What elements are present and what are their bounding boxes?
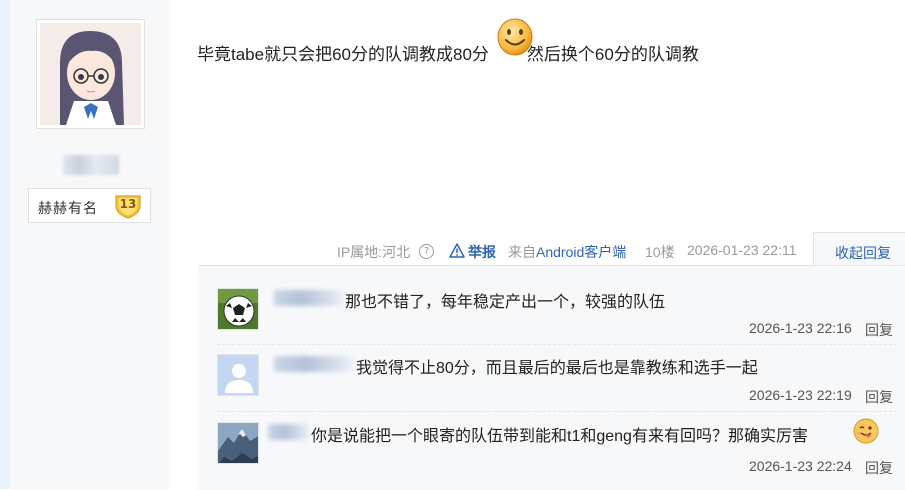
level-badge-box[interactable]: 赫赫有名 13 [28,188,151,223]
level-number: 13 [119,197,137,211]
post-content: 毕竟tabe就只会把60分的队调教成80分 然后换个60分的队调教 [197,40,699,65]
client-link[interactable]: Android客户端 [536,244,626,260]
reply-avatar[interactable] [217,354,259,396]
help-icon[interactable]: ? [419,244,434,259]
reply-avatar[interactable] [217,288,259,330]
reply-text: 我觉得不止80分，而且最后的最后也是靠教练和选手一起 [356,360,758,377]
soccer-ball-icon [218,289,258,329]
floor-number: 10楼 [645,244,675,260]
reply-text: 那也不错了，每年稳定产出一个，较强的队伍 [345,294,666,311]
post-time: 2026-01-23 22:11 [687,242,797,258]
author-avatar[interactable] [36,19,145,129]
reply-time: 2026-1-23 22:24 [749,458,852,474]
collapse-replies-tab[interactable]: 收起回复 [813,232,905,265]
smiley-face-icon [497,18,533,56]
level-shield-icon: 13 [113,193,143,219]
reply-username-blurred[interactable] [274,290,344,306]
post-meta-bar: IP属地:河北 ? 举报 来自Android客户端 10楼 2026-01-23… [0,232,905,265]
warning-icon[interactable] [449,243,465,258]
reply-button[interactable]: 回复 [865,458,893,478]
reply-item: 那也不错了，每年稳定产出一个，较强的队伍 2026-1-23 22:16 回复 [198,266,905,338]
author-username-blurred[interactable] [63,155,119,175]
reply-list: 那也不错了，每年稳定产出一个，较强的队伍 2026-1-23 22:16 回复 … [198,265,905,490]
mountain-photo-icon [218,423,258,463]
ip-location: IP属地:河北 [337,244,411,260]
default-user-icon [218,355,258,395]
reply-avatar[interactable] [217,422,259,464]
reply-username-blurred[interactable] [274,356,354,372]
level-name: 赫赫有名 [38,201,98,217]
post-text-part1: 毕竟tabe就只会把60分的队调教成80分 [197,45,489,64]
reply-username-blurred[interactable] [268,424,310,440]
reply-text: 你是说能把一个眼寄的队伍带到能和t1和geng有来有回吗？那确实厉害 [311,428,808,445]
collapse-replies-button[interactable]: 收起回复 [835,243,891,263]
post-text-part2: 然后换个60分的队调教 [526,45,699,64]
report-button[interactable]: 举报 [468,242,496,262]
client-prefix: 来自 [508,244,536,260]
client-info: 来自Android客户端 [508,242,626,262]
tongue-face-icon [853,418,879,444]
reply-item: 你是说能把一个眼寄的队伍带到能和t1和geng有来有回吗？那确实厉害 2026-… [198,400,905,476]
reply-item: 我觉得不止80分，而且最后的最后也是靠教练和选手一起 2026-1-23 22:… [198,332,905,405]
